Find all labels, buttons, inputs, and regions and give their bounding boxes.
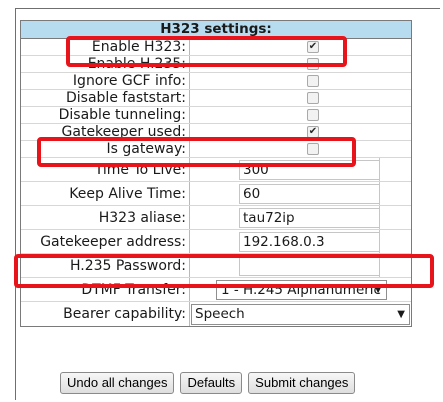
value-cell: Speech ▼ [190, 302, 411, 326]
value-cell: 1 - H.245 Alphanumeric ▼ [190, 278, 411, 301]
h323-aliase-input[interactable]: tau72ip [239, 208, 380, 228]
label-keep-alive-time: Keep Alive Time: [21, 182, 190, 205]
dtmf-transfer-selected-value: 1 - H.245 Alphanumeric [221, 282, 381, 298]
label-h323-aliase: H323 aliase: [21, 206, 190, 229]
row-disable-faststart: Disable faststart: [21, 90, 411, 107]
label-h235-password: H.235 Password: [21, 254, 190, 277]
time-to-live-input[interactable]: 300 [239, 160, 380, 180]
row-keep-alive-time: Keep Alive Time: 60 [21, 182, 411, 206]
value-cell [190, 254, 411, 277]
column-divider [379, 182, 380, 205]
bearer-capability-select[interactable]: Speech ▼ [191, 304, 410, 325]
label-enable-h323: Enable H323: [21, 39, 190, 55]
label-enable-h235: Enable H.235: [21, 56, 190, 72]
checkmark-icon: ✔ [308, 126, 318, 137]
label-disable-faststart: Disable faststart: [21, 90, 190, 106]
row-enable-h323: Enable H323: ✔ [21, 39, 411, 56]
row-gatekeeper-used: Gatekeeper used: ✔ [21, 124, 411, 141]
column-divider [379, 206, 380, 229]
value-cell [190, 141, 411, 157]
value-cell [190, 73, 411, 89]
ignore-gcf-info-checkbox[interactable] [307, 75, 319, 87]
label-ignore-gcf-info: Ignore GCF info: [21, 73, 190, 89]
column-divider [379, 158, 380, 181]
value-cell: 192.168.0.3 [190, 230, 411, 253]
row-disable-tunneling: Disable tunneling: [21, 107, 411, 124]
keep-alive-time-input[interactable]: 60 [239, 184, 380, 204]
label-gatekeeper-address: Gatekeeper address: [21, 230, 190, 253]
value-cell [190, 90, 411, 106]
chevron-down-icon: ▼ [397, 309, 405, 320]
row-gatekeeper-address: Gatekeeper address: 192.168.0.3 [21, 230, 411, 254]
label-time-to-live: Time To Live: [21, 158, 190, 181]
row-is-gateway: Is gateway: [21, 141, 411, 158]
column-divider [379, 254, 380, 277]
disable-tunneling-checkbox[interactable] [307, 109, 319, 121]
bearer-capability-selected-value: Speech [195, 306, 245, 322]
row-enable-h235: Enable H.235: [21, 56, 411, 73]
disable-faststart-checkbox[interactable] [307, 92, 319, 104]
value-cell: 60 [190, 182, 411, 205]
row-time-to-live: Time To Live: 300 [21, 158, 411, 182]
column-divider [379, 230, 380, 253]
value-cell: ✔ [190, 39, 411, 55]
panel-title: H323 settings: [21, 21, 411, 39]
row-dtmf-transfer: DTMF Transfer: 1 - H.245 Alphanumeric ▼ [21, 278, 411, 302]
submit-changes-button[interactable]: Submit changes [248, 372, 356, 394]
value-cell: ✔ [190, 124, 411, 140]
action-buttons: Undo all changes Defaults Submit changes [60, 372, 356, 394]
value-cell: tau72ip [190, 206, 411, 229]
row-bearer-capability: Bearer capability: Speech ▼ [21, 302, 411, 326]
label-disable-tunneling: Disable tunneling: [21, 107, 190, 123]
h235-password-input[interactable] [239, 256, 380, 276]
row-ignore-gcf-info: Ignore GCF info: [21, 73, 411, 90]
checkmark-icon: ✔ [308, 41, 318, 52]
enable-h235-checkbox[interactable] [307, 58, 319, 70]
gatekeeper-address-input[interactable]: 192.168.0.3 [239, 232, 380, 252]
label-gatekeeper-used: Gatekeeper used: [21, 124, 190, 140]
gatekeeper-used-checkbox[interactable]: ✔ [307, 126, 319, 138]
dtmf-transfer-select[interactable]: 1 - H.245 Alphanumeric ▼ [216, 280, 387, 300]
value-cell: 300 [190, 158, 411, 181]
value-cell [190, 107, 411, 123]
defaults-button[interactable]: Defaults [180, 372, 243, 394]
row-h235-password: H.235 Password: [21, 254, 411, 278]
h323-settings-panel: H323 settings: Enable H323: ✔ Enable H.2… [20, 20, 412, 327]
chevron-down-icon: ▼ [374, 284, 382, 295]
label-is-gateway: Is gateway: [21, 141, 190, 157]
is-gateway-checkbox[interactable] [307, 143, 319, 155]
undo-all-changes-button[interactable]: Undo all changes [60, 372, 175, 394]
value-cell [190, 56, 411, 72]
label-dtmf-transfer: DTMF Transfer: [21, 278, 190, 301]
label-bearer-capability: Bearer capability: [21, 302, 190, 326]
row-h323-aliase: H323 aliase: tau72ip [21, 206, 411, 230]
enable-h323-checkbox[interactable]: ✔ [307, 41, 319, 53]
